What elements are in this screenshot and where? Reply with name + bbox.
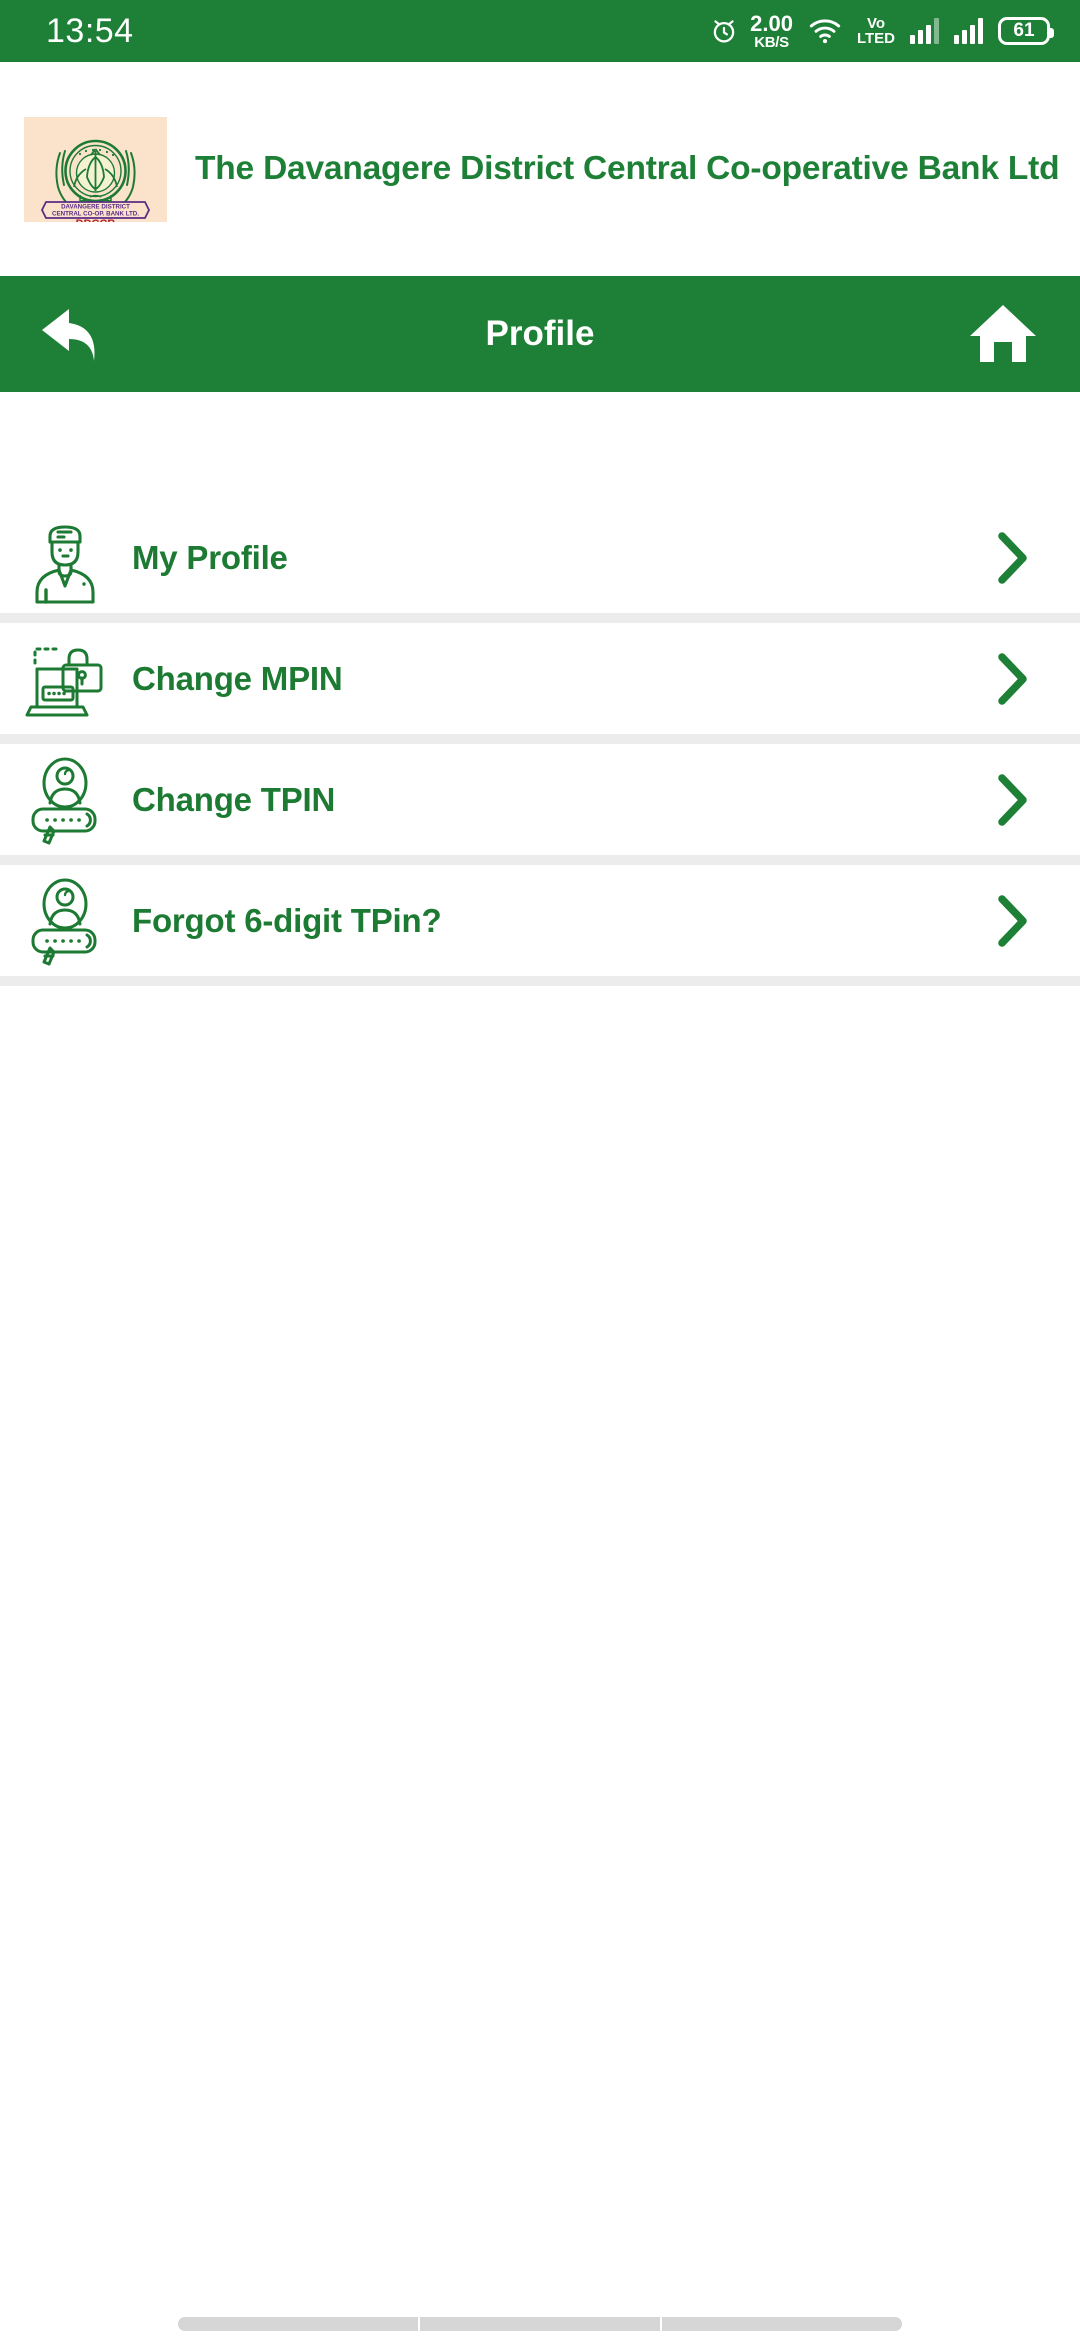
avatar-pin-icon xyxy=(22,874,108,968)
system-navigation-bar xyxy=(0,2280,1080,2340)
home-pill[interactable] xyxy=(420,2317,660,2331)
svg-text:DAVANGERE DISTRICT: DAVANGERE DISTRICT xyxy=(61,203,130,210)
chevron-right-icon[interactable] xyxy=(996,531,1030,585)
volte-label-bottom: LTED xyxy=(856,30,895,47)
back-pill[interactable] xyxy=(662,2317,902,2331)
alarm-icon xyxy=(709,16,739,46)
chevron-right-icon[interactable] xyxy=(996,652,1030,706)
menu-item-change-tpin[interactable]: Change TPIN xyxy=(0,744,1080,855)
menu-item-label: My Profile xyxy=(132,538,288,576)
content-filler xyxy=(0,986,1080,2056)
network-speed-unit: KB/S xyxy=(754,33,789,51)
menu-item-label: Forgot 6-digit TPin? xyxy=(132,901,442,939)
chevron-right-icon[interactable] xyxy=(996,894,1030,948)
battery-icon: 61 xyxy=(998,17,1054,45)
menu-item-change-mpin[interactable]: Change MPIN xyxy=(0,623,1080,734)
svg-text:CENTRAL CO-OP. BANK LTD.: CENTRAL CO-OP. BANK LTD. xyxy=(52,210,139,217)
user-profile-icon xyxy=(22,512,108,604)
svg-text:DDCCB: DDCCB xyxy=(76,218,116,222)
list-top-spacer xyxy=(0,392,1080,502)
volte-label-top: Vo xyxy=(866,15,885,32)
menu-item-label: Change MPIN xyxy=(132,659,343,697)
menu-item-forgot-tpin[interactable]: Forgot 6-digit TPin? xyxy=(0,865,1080,976)
page-title: Profile xyxy=(485,314,595,353)
bank-logo: DAVANGERE DISTRICT CENTRAL CO-OP. BANK L… xyxy=(24,116,167,222)
profile-menu-list: My Profile Change MPIN Change TPIN Forgo… xyxy=(0,392,1080,986)
status-bar-clock: 13:54 xyxy=(46,11,134,50)
phone-screen: 13:54 2.00 KB/S Vo LTED 61 DAVANGERE DIS… xyxy=(0,0,1080,2340)
app-bar: Profile xyxy=(0,276,1080,392)
wifi-icon xyxy=(808,17,842,45)
back-arrow-icon[interactable] xyxy=(38,299,116,369)
volte-icon: Vo LTED xyxy=(857,16,895,46)
avatar-pin-icon xyxy=(22,753,108,847)
bank-name: The Davanagere District Central Co-opera… xyxy=(195,150,1060,187)
status-bar: 13:54 2.00 KB/S Vo LTED 61 xyxy=(0,0,1080,62)
network-speed-indicator: 2.00 KB/S xyxy=(750,10,793,51)
menu-item-label: Change TPIN xyxy=(132,780,336,818)
brand-bar: DAVANGERE DISTRICT CENTRAL CO-OP. BANK L… xyxy=(0,62,1080,276)
status-bar-icons: 2.00 KB/S Vo LTED 61 xyxy=(709,10,1054,51)
menu-item-my-profile[interactable]: My Profile xyxy=(0,502,1080,613)
row-separator xyxy=(0,976,1080,986)
signal-icon-sim1 xyxy=(910,18,939,44)
device-lock-icon xyxy=(22,633,108,725)
network-speed-value: 2.00 xyxy=(750,10,793,36)
battery-percent-label: 61 xyxy=(1013,20,1035,41)
recents-pill[interactable] xyxy=(178,2317,418,2331)
home-icon[interactable] xyxy=(968,302,1038,366)
chevron-right-icon[interactable] xyxy=(996,773,1030,827)
signal-icon-sim2 xyxy=(954,18,983,44)
row-separator xyxy=(0,855,1080,865)
row-separator xyxy=(0,613,1080,623)
row-separator xyxy=(0,734,1080,744)
